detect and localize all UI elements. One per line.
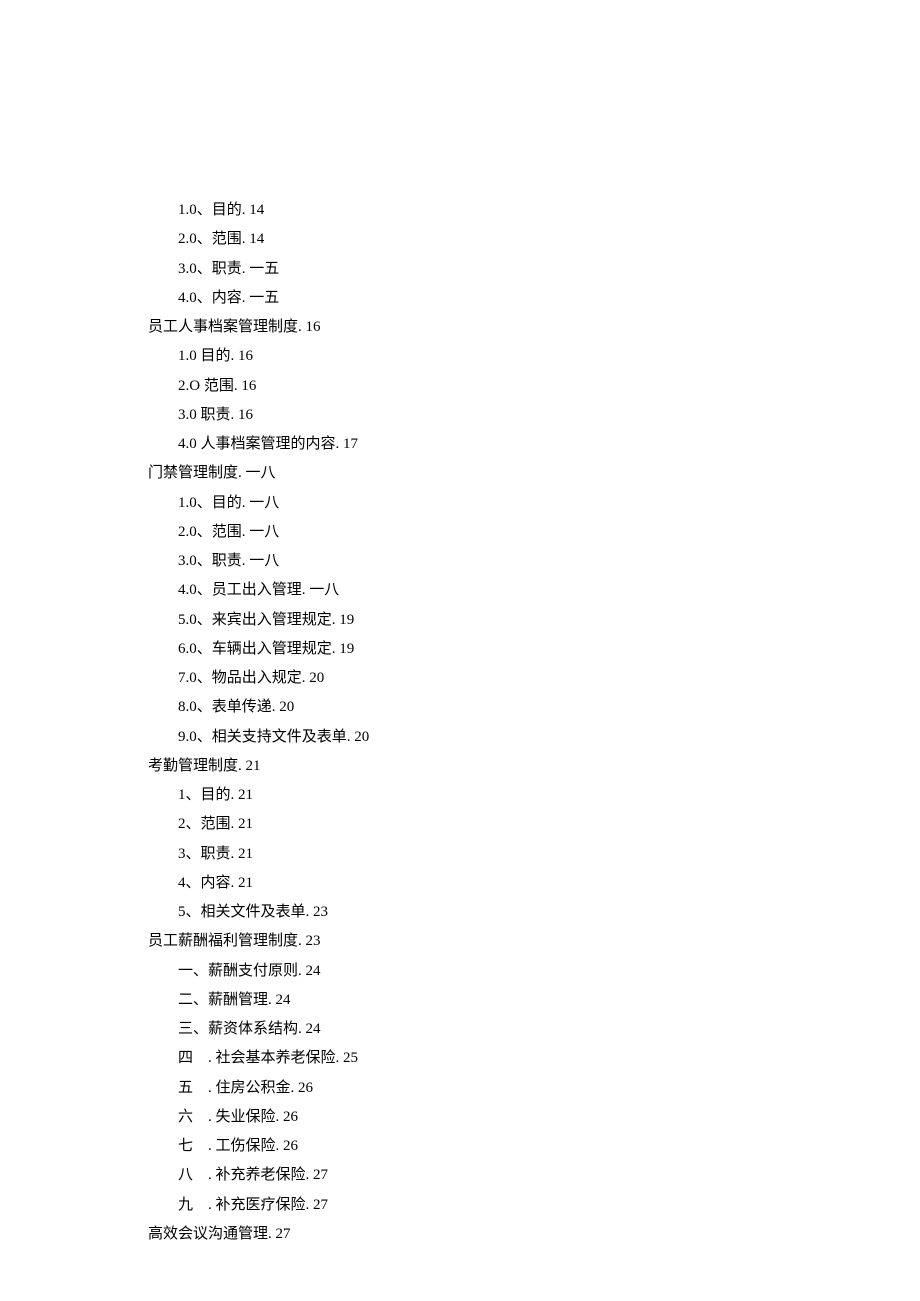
toc-entry: 2、范围. 21 xyxy=(148,810,920,839)
toc-section: 门禁管理制度. 一八 xyxy=(148,459,920,488)
toc-entry: 1.0 目的. 16 xyxy=(148,342,920,371)
toc-entry: 五 . 住房公积金. 26 xyxy=(148,1074,920,1103)
toc-entry: 3.0、职责. 一八 xyxy=(148,547,920,576)
toc-entry: 1、目的. 21 xyxy=(148,781,920,810)
toc-entry: 4.0、员工出入管理. 一八 xyxy=(148,576,920,605)
toc-section: 考勤管理制度. 21 xyxy=(148,752,920,781)
toc-entry: 二、薪酬管理. 24 xyxy=(148,986,920,1015)
toc-entry: 3.0 职责. 16 xyxy=(148,401,920,430)
toc-entry: 5.0、来宾出入管理规定. 19 xyxy=(148,606,920,635)
toc-entry: 四 . 社会基本养老保险. 25 xyxy=(148,1044,920,1073)
toc-entry: 8.0、表单传递. 20 xyxy=(148,693,920,722)
toc-entry: 4、内容. 21 xyxy=(148,869,920,898)
toc-entry: 一、薪酬支付原则. 24 xyxy=(148,957,920,986)
toc-entry: 2.0、范围. 一八 xyxy=(148,518,920,547)
toc-entry: 4.0、内容. 一五 xyxy=(148,284,920,313)
toc-entry: 6.0、车辆出入管理规定. 19 xyxy=(148,635,920,664)
toc-entry: 7.0、物品出入规定. 20 xyxy=(148,664,920,693)
toc-entry: 三、薪资体系结构. 24 xyxy=(148,1015,920,1044)
toc-entry: 七 . 工伤保险. 26 xyxy=(148,1132,920,1161)
toc-entry: 1.0、目的. 一八 xyxy=(148,489,920,518)
toc-entry: 2.0、范围. 14 xyxy=(148,225,920,254)
toc-entry: 4.0 人事档案管理的内容. 17 xyxy=(148,430,920,459)
toc-entry: 九 . 补充医疗保险. 27 xyxy=(148,1191,920,1220)
toc-section: 员工人事档案管理制度. 16 xyxy=(148,313,920,342)
toc-section: 高效会议沟通管理. 27 xyxy=(148,1220,920,1249)
toc-entry: 3.0、职责. 一五 xyxy=(148,255,920,284)
toc-entry: 1.0、目的. 14 xyxy=(148,196,920,225)
toc-entry: 六 . 失业保险. 26 xyxy=(148,1103,920,1132)
toc-entry: 3、职责. 21 xyxy=(148,840,920,869)
toc-entry: 5、相关文件及表单. 23 xyxy=(148,898,920,927)
toc-entry: 9.0、相关支持文件及表单. 20 xyxy=(148,723,920,752)
toc-entry: 2.O 范围. 16 xyxy=(148,372,920,401)
toc-entry: 八 . 补充养老保险. 27 xyxy=(148,1161,920,1190)
toc-container: 1.0、目的. 14 2.0、范围. 14 3.0、职责. 一五 4.0、内容.… xyxy=(148,196,920,1249)
toc-section: 员工薪酬福利管理制度. 23 xyxy=(148,927,920,956)
